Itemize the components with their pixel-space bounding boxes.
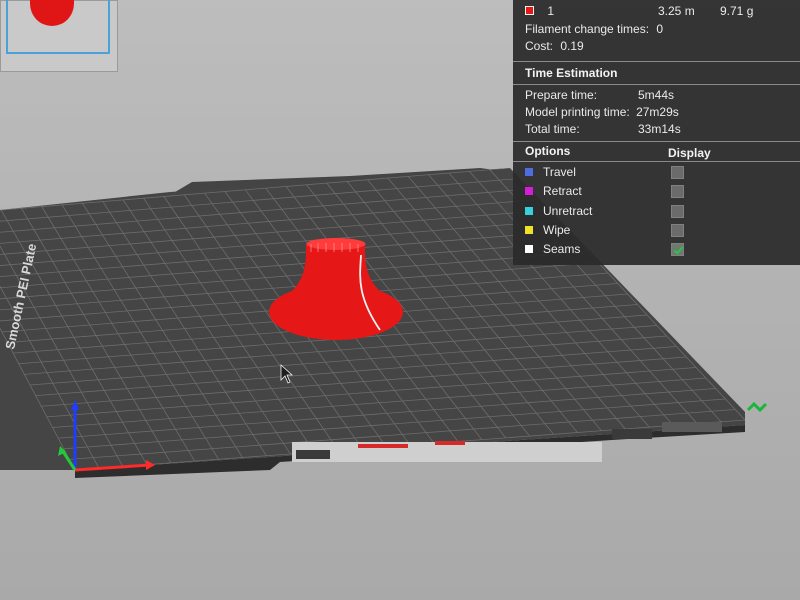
cost-value: 0.19 <box>560 39 584 53</box>
panel-divider <box>513 141 800 142</box>
option-seams-label: Seams <box>543 242 581 256</box>
prepare-time-label: Prepare time: <box>525 88 598 102</box>
option-retract: Retract <box>525 183 582 199</box>
strip-red-mark <box>358 444 408 448</box>
retract-display-checkbox[interactable] <box>671 185 684 198</box>
cost-label: Cost: <box>525 39 554 53</box>
option-wipe-label: Wipe <box>543 223 571 237</box>
option-unretract: Unretract <box>525 203 592 219</box>
panel-divider <box>513 161 800 162</box>
filament-weight: 9.71 g <box>720 4 754 18</box>
filament-change-value: 0 <box>656 22 664 36</box>
seams-display-checkbox[interactable] <box>671 243 684 256</box>
total-time-row: Total time: 33m14s <box>525 121 681 137</box>
model-time-row: Model printing time: 27m29s <box>525 104 679 120</box>
filament-length: 3.25 m <box>658 4 695 18</box>
plate-origin-marker <box>746 401 768 413</box>
travel-color-swatch <box>525 167 533 176</box>
option-seams: Seams <box>525 241 580 257</box>
option-travel-label: Travel <box>543 165 576 179</box>
unretract-color-swatch <box>525 206 533 215</box>
filament-change-label: Filament change times: <box>525 22 650 36</box>
panel-divider <box>513 61 800 62</box>
slice-info-panel: 1 3.25 m 9.71 g Filament change times: 0… <box>513 0 800 265</box>
wipe-color-swatch <box>525 225 533 234</box>
extruder-color-swatch <box>525 6 534 16</box>
display-header: Display <box>668 146 711 160</box>
strip-mark <box>296 450 330 459</box>
prepare-time-value: 5m44s <box>638 88 675 102</box>
time-estimation-title: Time Estimation <box>525 66 618 80</box>
prepare-time-row: Prepare time: 5m44s <box>525 87 674 103</box>
panel-divider <box>513 84 800 85</box>
retract-color-swatch <box>525 186 533 195</box>
seams-color-swatch <box>525 244 533 253</box>
strip-logo <box>612 429 652 439</box>
option-unretract-label: Unretract <box>543 204 593 218</box>
extruder-id: 1 <box>547 4 555 18</box>
wipe-display-checkbox[interactable] <box>671 224 684 237</box>
option-travel: Travel <box>525 164 576 180</box>
options-header: Options <box>525 144 571 158</box>
strip-red-mark-2 <box>435 441 465 445</box>
model-time-value: 27m29s <box>636 105 679 119</box>
unretract-display-checkbox[interactable] <box>671 205 684 218</box>
object-thumbnail[interactable] <box>0 0 118 72</box>
total-time-value: 33m14s <box>638 122 681 136</box>
filament-change-row: Filament change times: 0 <box>525 21 663 37</box>
option-wipe: Wipe <box>525 222 570 238</box>
travel-display-checkbox[interactable] <box>671 166 684 179</box>
total-time-label: Total time: <box>525 122 580 136</box>
option-retract-label: Retract <box>543 184 582 198</box>
model-time-label: Model printing time: <box>525 105 630 119</box>
cost-row: Cost: 0.19 <box>525 38 584 54</box>
strip-end <box>662 422 722 432</box>
extruder-summary-row: 1 3.25 m 9.71 g <box>525 3 785 19</box>
